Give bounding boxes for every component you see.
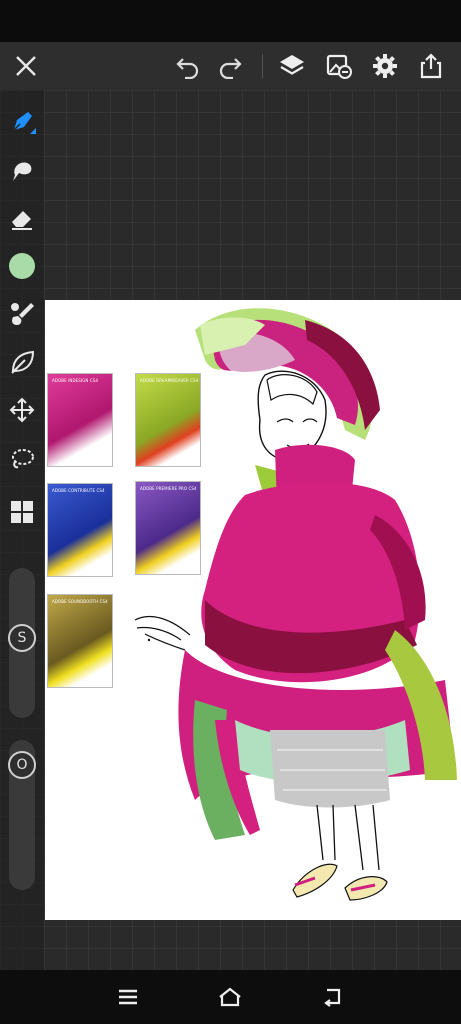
gallery-icon[interactable]: [323, 50, 355, 82]
system-nav-bar: [0, 970, 461, 1024]
toolbar-divider: [262, 54, 263, 78]
leaf-icon[interactable]: [6, 346, 38, 378]
menu-icon[interactable]: [112, 982, 144, 1012]
undo-icon[interactable]: [172, 50, 204, 82]
left-toolbar: S O: [0, 90, 44, 970]
share-icon[interactable]: [415, 50, 447, 82]
back-icon[interactable]: [317, 982, 349, 1012]
home-icon[interactable]: [214, 982, 246, 1012]
drawing-canvas[interactable]: ADOBE INDESIGN CS4 A ADOBE DREAMWEAVER C…: [45, 300, 461, 920]
color-swatch[interactable]: [6, 250, 38, 282]
close-icon[interactable]: [10, 50, 42, 82]
eraser-icon[interactable]: [6, 202, 38, 234]
lasso-icon[interactable]: [6, 442, 38, 474]
status-bar: [0, 0, 461, 42]
move-icon[interactable]: [6, 394, 38, 426]
top-toolbar: [0, 42, 461, 90]
character-drawing: [134, 308, 457, 901]
brush-icon[interactable]: [6, 298, 38, 330]
pen-icon[interactable]: [6, 106, 38, 138]
smudge-icon[interactable]: [6, 154, 38, 186]
size-slider-knob[interactable]: S: [8, 624, 36, 652]
gear-icon[interactable]: [369, 50, 401, 82]
redo-icon[interactable]: [214, 50, 246, 82]
opacity-label: O: [16, 757, 28, 773]
layers-icon[interactable]: [276, 50, 308, 82]
grid-icon[interactable]: [6, 496, 38, 528]
opacity-slider-knob[interactable]: O: [8, 751, 36, 779]
size-label: S: [17, 630, 27, 646]
